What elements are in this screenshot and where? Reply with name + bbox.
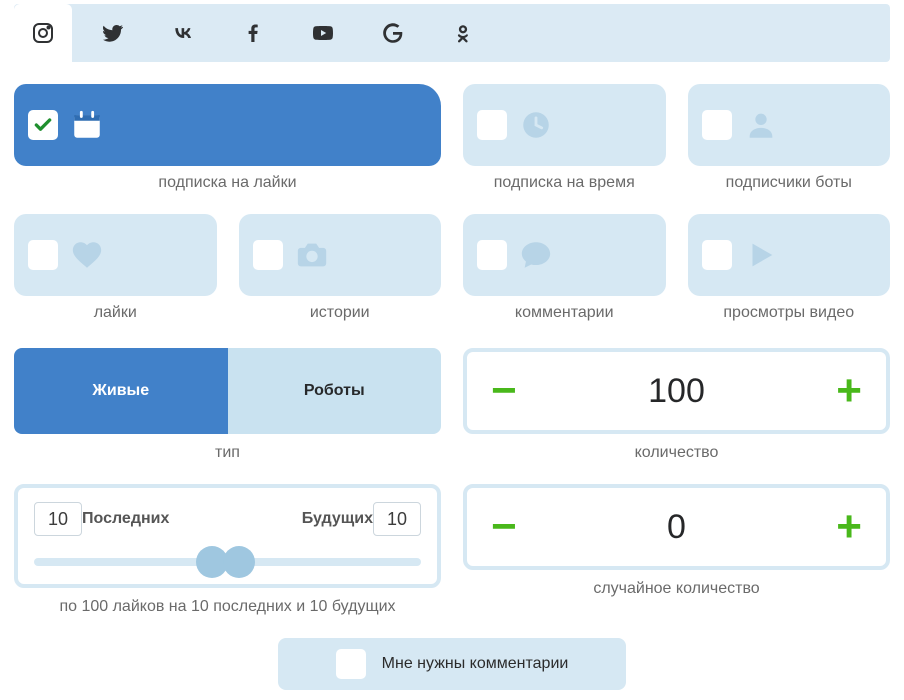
unchecked-box — [336, 649, 366, 679]
unchecked-box — [477, 110, 507, 140]
card-stories[interactable] — [239, 214, 442, 296]
clock-icon — [519, 108, 553, 142]
card-comments-label: комментарии — [463, 304, 666, 322]
check-icon — [28, 110, 58, 140]
unchecked-box — [253, 240, 283, 270]
rand-plus[interactable]: + — [836, 505, 862, 549]
qty-stepper: − 100 + — [463, 348, 890, 434]
tab-vk[interactable] — [154, 4, 212, 62]
play-icon — [744, 238, 778, 272]
card-sub-bots-label: подписчики боты — [688, 174, 891, 192]
qty-plus[interactable]: + — [836, 369, 862, 413]
unchecked-box — [477, 240, 507, 270]
rand-minus[interactable]: − — [491, 505, 517, 549]
range-thumb-right[interactable] — [223, 546, 255, 578]
tab-google[interactable] — [364, 4, 422, 62]
card-likes-label: лайки — [14, 304, 217, 322]
card-views[interactable] — [688, 214, 891, 296]
rand-value: 0 — [667, 508, 686, 547]
range-right-input[interactable]: 10 — [373, 502, 421, 536]
range-left-input[interactable]: 10 — [34, 502, 82, 536]
camera-icon — [295, 238, 329, 272]
range-right-label: Будущих — [302, 510, 373, 528]
qty-label: количество — [463, 444, 890, 462]
tab-twitter[interactable] — [84, 4, 142, 62]
rand-label: случайное количество — [463, 580, 890, 598]
range-slider[interactable] — [34, 558, 421, 566]
seg-live[interactable]: Живые — [14, 348, 228, 434]
card-likes[interactable] — [14, 214, 217, 296]
range-box: 10 Последних Будущих 10 — [14, 484, 441, 588]
seg-robots[interactable]: Роботы — [228, 348, 442, 434]
calendar-icon — [70, 108, 104, 142]
unchecked-box — [702, 110, 732, 140]
unchecked-box — [28, 240, 58, 270]
card-sub-time-label: подписка на время — [463, 174, 666, 192]
type-segmented: Живые Роботы — [14, 348, 441, 434]
qty-minus[interactable]: − — [491, 369, 517, 413]
heart-icon — [70, 238, 104, 272]
user-icon — [744, 108, 778, 142]
card-sub-bots[interactable] — [688, 84, 891, 166]
type-label: тип — [14, 444, 441, 462]
qty-value: 100 — [648, 372, 705, 411]
card-sub-likes-label: подписка на лайки — [14, 174, 441, 192]
social-tabs — [14, 4, 890, 62]
tab-facebook[interactable] — [224, 4, 282, 62]
range-left-label: Последних — [82, 510, 169, 528]
rand-stepper: − 0 + — [463, 484, 890, 570]
card-comments[interactable] — [463, 214, 666, 296]
tab-odnoklassniki[interactable] — [434, 4, 492, 62]
tab-instagram[interactable] — [14, 4, 72, 62]
tab-youtube[interactable] — [294, 4, 352, 62]
comment-icon — [519, 238, 553, 272]
card-sub-likes[interactable] — [14, 84, 441, 166]
comments-toggle-label: Мне нужны комментарии — [382, 655, 569, 673]
card-sub-time[interactable] — [463, 84, 666, 166]
card-views-label: просмотры видео — [688, 304, 891, 322]
range-caption: по 100 лайков на 10 последних и 10 будущ… — [14, 598, 441, 616]
unchecked-box — [702, 240, 732, 270]
card-stories-label: истории — [239, 304, 442, 322]
comments-toggle[interactable]: Мне нужны комментарии — [278, 638, 626, 690]
